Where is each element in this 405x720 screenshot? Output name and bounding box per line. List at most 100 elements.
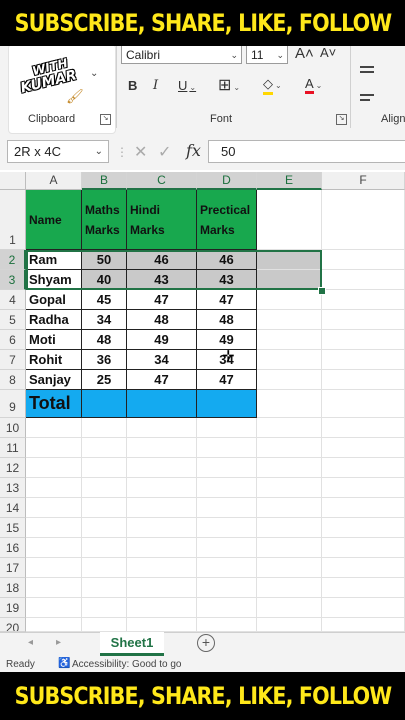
empty-cell[interactable] bbox=[322, 598, 405, 618]
row-header-4[interactable]: 4 bbox=[0, 290, 26, 310]
row-header-2[interactable]: 2 bbox=[0, 250, 26, 270]
cancel-icon[interactable]: ✕ bbox=[134, 142, 147, 162]
row-header-3[interactable]: 3 bbox=[0, 270, 26, 290]
empty-cell[interactable] bbox=[257, 618, 322, 632]
cell-prectical[interactable]: 48 bbox=[197, 310, 257, 330]
empty-cell[interactable] bbox=[197, 578, 257, 598]
empty-cell[interactable] bbox=[127, 618, 197, 632]
empty-cell[interactable] bbox=[322, 438, 405, 458]
empty-cell[interactable] bbox=[322, 618, 405, 632]
align-left-icon[interactable] bbox=[360, 99, 370, 101]
row-header-8[interactable]: 8 bbox=[0, 370, 26, 390]
cell-hindi[interactable]: 46 bbox=[127, 250, 197, 270]
add-sheet-icon[interactable]: + bbox=[197, 634, 215, 652]
empty-cell[interactable] bbox=[82, 438, 127, 458]
format-painter-icon[interactable]: 🖌 bbox=[66, 88, 84, 105]
row-header-16[interactable]: 16 bbox=[0, 538, 26, 558]
cell-prectical[interactable]: 46 bbox=[197, 250, 257, 270]
empty-cell[interactable] bbox=[26, 518, 82, 538]
insert-function-button[interactable]: fx bbox=[186, 141, 201, 160]
cell-prectical[interactable]: 47 bbox=[197, 290, 257, 310]
empty-cell[interactable] bbox=[197, 538, 257, 558]
empty-cell[interactable] bbox=[82, 558, 127, 578]
empty-cell[interactable] bbox=[322, 538, 405, 558]
column-header-c[interactable]: C bbox=[127, 172, 197, 190]
row-header-7[interactable]: 7 bbox=[0, 350, 26, 370]
sheet-tab-sheet1[interactable]: Sheet1 bbox=[100, 632, 164, 656]
empty-cell[interactable] bbox=[197, 458, 257, 478]
empty-cell[interactable] bbox=[127, 558, 197, 578]
total-prectical-cell[interactable] bbox=[197, 390, 257, 418]
cell-name[interactable]: Rohit bbox=[26, 350, 82, 370]
cell-name[interactable]: Shyam bbox=[26, 270, 82, 290]
empty-cell[interactable] bbox=[257, 418, 322, 438]
empty-cell[interactable] bbox=[322, 498, 405, 518]
empty-cell[interactable] bbox=[322, 270, 405, 290]
cell-name[interactable]: Moti bbox=[26, 330, 82, 350]
empty-cell[interactable] bbox=[82, 578, 127, 598]
cell-hindi[interactable]: 34 bbox=[127, 350, 197, 370]
more-options-icon[interactable]: ⋮ bbox=[116, 145, 128, 159]
header-cell-prectical[interactable]: Prectical Marks bbox=[197, 190, 257, 250]
row-header-18[interactable]: 18 bbox=[0, 578, 26, 598]
row-header-9[interactable]: 9 bbox=[0, 390, 26, 418]
column-header-b[interactable]: B bbox=[82, 172, 127, 190]
empty-cell[interactable] bbox=[257, 438, 322, 458]
row-header-11[interactable]: 11 bbox=[0, 438, 26, 458]
empty-cell[interactable] bbox=[26, 618, 82, 632]
empty-cell[interactable] bbox=[257, 390, 322, 418]
empty-cell[interactable] bbox=[257, 518, 322, 538]
align-top-icon[interactable] bbox=[360, 66, 374, 68]
row-header-14[interactable]: 14 bbox=[0, 498, 26, 518]
row-header-20[interactable]: 20 bbox=[0, 618, 26, 632]
row-header-17[interactable]: 17 bbox=[0, 558, 26, 578]
row-header-1[interactable]: 1 bbox=[0, 190, 26, 250]
empty-cell[interactable] bbox=[127, 478, 197, 498]
font-size-select[interactable]: 11 ⌄ bbox=[246, 45, 288, 64]
formula-input[interactable]: 50 bbox=[208, 140, 405, 163]
accessibility-icon[interactable]: ♿ bbox=[58, 658, 70, 669]
cell-prectical[interactable]: 47 bbox=[197, 370, 257, 390]
header-cell-maths[interactable]: Maths Marks bbox=[82, 190, 127, 250]
empty-cell[interactable] bbox=[82, 418, 127, 438]
empty-cell[interactable] bbox=[26, 538, 82, 558]
cell-name[interactable]: Gopal bbox=[26, 290, 82, 310]
empty-cell[interactable] bbox=[82, 498, 127, 518]
cell-hindi[interactable]: 47 bbox=[127, 370, 197, 390]
empty-cell[interactable] bbox=[197, 518, 257, 538]
empty-cell[interactable] bbox=[26, 478, 82, 498]
row-header-13[interactable]: 13 bbox=[0, 478, 26, 498]
row-header-19[interactable]: 19 bbox=[0, 598, 26, 618]
cell-hindi[interactable]: 47 bbox=[127, 290, 197, 310]
empty-cell[interactable] bbox=[127, 498, 197, 518]
cell-name[interactable]: Sanjay bbox=[26, 370, 82, 390]
cell-hindi[interactable]: 43 bbox=[127, 270, 197, 290]
column-header-e[interactable]: E bbox=[257, 172, 322, 190]
status-accessibility[interactable]: Accessibility: Good to go bbox=[72, 659, 182, 670]
empty-cell[interactable] bbox=[257, 558, 322, 578]
header-cell-hindi[interactable]: Hindi Marks bbox=[127, 190, 197, 250]
empty-cell[interactable] bbox=[322, 478, 405, 498]
empty-cell[interactable] bbox=[127, 578, 197, 598]
empty-cell[interactable] bbox=[257, 478, 322, 498]
cell-hindi[interactable]: 49 bbox=[127, 330, 197, 350]
fill-handle[interactable] bbox=[318, 287, 326, 295]
font-name-select[interactable]: Calibri ⌄ bbox=[121, 45, 242, 64]
align-left-icon[interactable] bbox=[360, 94, 374, 96]
empty-cell[interactable] bbox=[322, 330, 405, 350]
paste-dropdown-icon[interactable]: ⌄ bbox=[90, 68, 98, 79]
fill-color-button[interactable]: ◇ ⌄ bbox=[263, 76, 282, 95]
empty-cell[interactable] bbox=[82, 598, 127, 618]
empty-cell[interactable] bbox=[197, 598, 257, 618]
cell-maths[interactable]: 48 bbox=[82, 330, 127, 350]
cell-maths[interactable]: 25 bbox=[82, 370, 127, 390]
cell-name[interactable]: Ram bbox=[26, 250, 82, 270]
empty-cell[interactable] bbox=[322, 418, 405, 438]
empty-cell[interactable] bbox=[257, 310, 322, 330]
empty-cell[interactable] bbox=[26, 418, 82, 438]
empty-cell[interactable] bbox=[322, 310, 405, 330]
empty-cell[interactable] bbox=[197, 498, 257, 518]
column-header-a[interactable]: A bbox=[26, 172, 82, 190]
empty-cell[interactable] bbox=[127, 518, 197, 538]
empty-cell[interactable] bbox=[322, 518, 405, 538]
